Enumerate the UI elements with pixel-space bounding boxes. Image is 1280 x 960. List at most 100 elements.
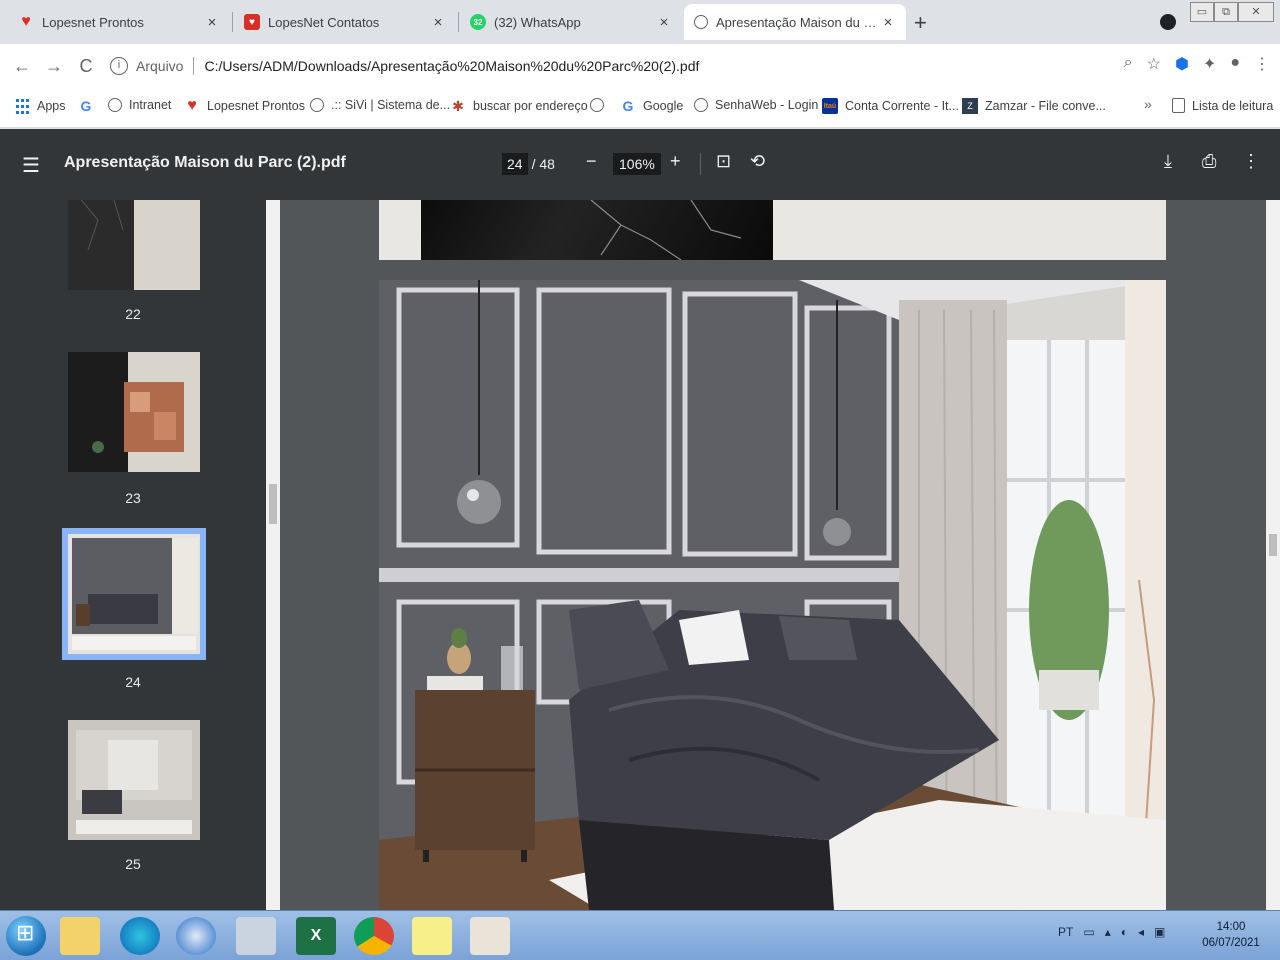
clock-time: 14:00 <box>1216 921 1246 933</box>
bookmark-buscar-endereco[interactable]: ✱ buscar por endereço <box>450 98 588 114</box>
language-indicator[interactable]: PT <box>1058 925 1073 939</box>
tab-title: Apresentação Maison du Parc (2 <box>716 14 880 30</box>
tab-title: (32) WhatsApp <box>494 14 581 30</box>
close-icon[interactable]: × <box>430 14 446 31</box>
restore-button[interactable]: ⧉ <box>1214 2 1238 22</box>
thumbnail-page-number: 25 <box>125 856 141 872</box>
bookmarks-more-button[interactable]: » <box>1144 96 1152 112</box>
tab-search-icon[interactable] <box>1160 14 1176 30</box>
keyboard-icon[interactable]: ▭ <box>1083 925 1094 939</box>
thumbnail-image <box>68 534 200 654</box>
page-number-input[interactable]: 24 <box>502 153 528 175</box>
calculator-icon[interactable] <box>236 917 276 955</box>
profile-icon[interactable]: ● <box>1230 54 1240 74</box>
close-icon[interactable]: × <box>204 14 220 31</box>
more-options-icon[interactable]: ⋮ <box>1242 151 1260 172</box>
tab-lopesnet-contatos[interactable]: ♥ LopesNet Contatos × <box>234 4 456 40</box>
extension-icon[interactable]: ⬢ <box>1175 54 1189 74</box>
tab-title: LopesNet Contatos <box>268 14 380 30</box>
url-text[interactable]: C:/Users/ADM/Downloads/Apresentação%20Ma… <box>204 58 699 74</box>
paint-icon[interactable] <box>470 917 510 955</box>
tab-title: Lopesnet Prontos <box>42 14 144 30</box>
fit-page-icon[interactable]: ⊡ <box>716 151 731 172</box>
new-tab-button[interactable]: + <box>914 10 927 36</box>
zoom-out-button[interactable]: − <box>586 151 597 172</box>
thumbnail-page-22[interactable] <box>68 200 200 290</box>
thumbnail-page-23[interactable] <box>68 352 200 472</box>
print-icon[interactable]: ⎙ <box>1202 151 1216 172</box>
globe-icon <box>108 98 122 112</box>
content-scrollbar[interactable] <box>1266 200 1280 910</box>
bedroom-render-image <box>379 280 1166 910</box>
tab-pdf-active[interactable]: Apresentação Maison du Parc (2 × <box>684 4 906 40</box>
zoom-level-input[interactable]: 106% <box>613 153 661 175</box>
scrollbar-thumb[interactable] <box>269 484 277 524</box>
bookmark-sivi[interactable]: .:: SiVi | Sistema de... <box>310 98 450 112</box>
forward-button[interactable]: → <box>38 56 70 77</box>
sidebar-scrollbar[interactable] <box>266 200 280 910</box>
rotate-icon[interactable]: ⟲ <box>750 151 765 172</box>
thumbnail-page-25[interactable] <box>68 720 200 840</box>
back-button[interactable]: ← <box>6 56 38 77</box>
chrome-icon[interactable] <box>354 917 394 955</box>
clock[interactable]: 14:00 06/07/2021 <box>1196 919 1266 951</box>
heart-icon: ♥ <box>21 13 31 30</box>
heart-icon: ♥ <box>244 14 260 30</box>
bookmark-label: Lopesnet Prontos <box>207 99 305 113</box>
tab-strip: ♥ Lopesnet Prontos × ♥ LopesNet Contatos… <box>0 0 1280 44</box>
network-icon[interactable]: ◐ <box>1121 925 1128 939</box>
bookmarks-bar: Apps G Intranet ♥ Lopesnet Prontos .:: S… <box>0 88 1280 128</box>
globe-icon <box>694 98 708 112</box>
scrollbar-thumb[interactable] <box>1269 534 1277 556</box>
action-center-icon[interactable]: ▣ <box>1154 925 1165 939</box>
window-close-button[interactable]: ✕ <box>1238 2 1274 22</box>
hamburger-menu-icon[interactable]: ☰ <box>22 153 40 178</box>
reading-list-button[interactable]: Lista de leitura <box>1172 98 1273 113</box>
download-icon[interactable]: ⤓ <box>1164 151 1172 172</box>
bookmark-google[interactable]: G <box>78 98 101 114</box>
windows-taskbar: X PT ▭ ▴ ◐ ◂ ▣ 14:00 06/07/2021 <box>0 910 1280 960</box>
excel-icon[interactable]: X <box>296 917 336 955</box>
minimize-button[interactable]: ▭ <box>1190 2 1214 22</box>
bookmark-apps[interactable]: Apps <box>14 98 66 114</box>
globe-icon <box>590 98 604 112</box>
puzzle-icon[interactable]: ✦ <box>1203 54 1216 74</box>
star-icon[interactable]: ☆ <box>1147 54 1161 74</box>
thumbnail-page-number: 23 <box>125 490 141 506</box>
globe-icon <box>310 98 324 112</box>
bookmark-google-2[interactable]: G Google <box>620 98 684 114</box>
close-icon[interactable]: × <box>656 14 672 31</box>
sticky-notes-icon[interactable] <box>412 917 452 955</box>
bookmark-zamzar[interactable]: Z Zamzar - File conve... <box>962 98 1106 114</box>
address-bar[interactable]: i Arquivo C:/Users/ADM/Downloads/Apresen… <box>104 50 1084 82</box>
zoom-in-button[interactable]: + <box>670 151 681 172</box>
thumbnail-sidebar: 22 23 24 25 <box>0 200 266 910</box>
start-button[interactable] <box>6 916 46 956</box>
bookmark-senhaweb[interactable]: SenhaWeb - Login <box>694 98 818 112</box>
marble-veins <box>590 200 742 260</box>
show-hidden-icons[interactable]: ▴ <box>1105 925 1111 939</box>
bookmark-lopesnet-prontos[interactable]: ♥ Lopesnet Prontos <box>184 97 305 114</box>
page-indicator: 24 / 48 <box>502 153 555 175</box>
menu-icon[interactable]: ⋮ <box>1254 54 1270 74</box>
zoom-icon[interactable]: ⌕ <box>1124 54 1133 74</box>
edge-icon[interactable] <box>120 917 160 955</box>
bookmark-intranet[interactable]: Intranet <box>108 98 171 112</box>
tab-lopesnet-prontos[interactable]: ♥ Lopesnet Prontos × <box>8 4 230 40</box>
volume-icon[interactable]: ◂ <box>1138 925 1144 939</box>
url-scheme: Arquivo <box>136 58 184 74</box>
bookmark-conta-corrente[interactable]: Itaú Conta Corrente - It... <box>822 98 959 114</box>
file-explorer-icon[interactable] <box>60 917 100 955</box>
bookmark-globe[interactable] <box>590 98 611 112</box>
globe-icon <box>694 15 708 29</box>
thumbnail-page-24-selected[interactable] <box>62 528 206 660</box>
info-icon[interactable]: i <box>110 57 128 75</box>
reload-button[interactable]: C <box>70 56 102 77</box>
thumbnail-page-number: 22 <box>125 306 141 322</box>
pdf-page-23-bottom <box>379 200 1166 260</box>
thunderbird-icon[interactable] <box>176 917 216 955</box>
tab-separator <box>232 12 233 32</box>
google-icon: G <box>80 98 92 114</box>
close-icon[interactable]: × <box>880 14 896 31</box>
tab-whatsapp[interactable]: 32 (32) WhatsApp × <box>460 4 682 40</box>
